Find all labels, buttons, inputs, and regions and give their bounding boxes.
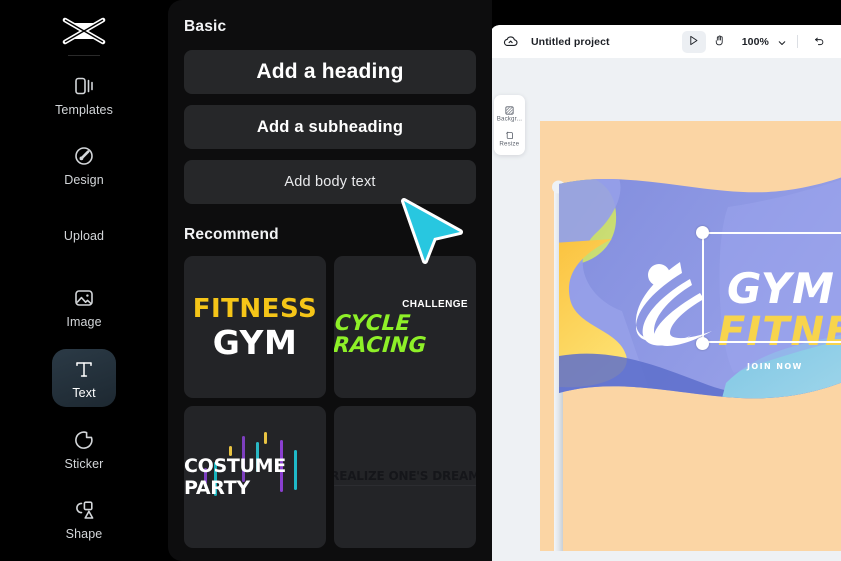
left-navigation-rail: Templates Design Upload Image Text Stick… [0,0,168,561]
sidebar-item-label: Shape [65,527,103,542]
sidebar-item-label: Text [72,385,96,400]
resize-frame-icon [504,128,515,139]
artboard[interactable]: GYM FITNESS JOIN NOW [540,121,841,551]
template-thumb-cycle-racing[interactable]: CHALLENGE CYCLE RACING [334,256,476,398]
artwork-title-line1: GYM [727,264,835,313]
sidebar-item-label: Sticker [64,456,104,471]
project-title[interactable]: Untitled project [531,36,610,48]
mini-tool-label: Resize [499,140,520,147]
editor-topbar: Untitled project 100% [490,25,841,58]
chevron-down-icon[interactable] [776,36,788,48]
sidebar-item-label: Templates [55,102,113,117]
panel-section-title-basic: Basic [184,18,227,35]
template-line-1: COSTUME PARTY [184,455,286,499]
panel-section-title-recommend: Recommend [184,226,279,243]
templates-icon [72,74,96,98]
template-line-1: REALIZE ONE'S DREAM [334,469,476,486]
canvas-area[interactable]: Backgr... Resize GYM FITN JOIN NOW [490,58,841,561]
zoom-level-value[interactable]: 100% [742,36,769,48]
editor-toolbar-right: 100% [681,30,831,53]
cursor-select-icon [687,34,700,50]
template-thumb-costume-party[interactable]: COSTUME PARTY [184,406,326,548]
sidebar-item-label: Design [64,173,104,188]
select-tool-button[interactable] [681,30,706,53]
rail-divider [68,54,100,56]
background-checker-icon [504,103,515,115]
sidebar-item-sticker[interactable]: Sticker [52,419,116,478]
sidebar-item-image[interactable]: Image [52,278,116,337]
canvas-mini-toolbar: Backgr... Resize [494,95,525,155]
add-subheading-button[interactable]: Add a subheading [184,105,476,149]
template-line-2: GYM [212,322,298,362]
design-editor: Untitled project 100% Backgr... Resize G… [490,25,841,561]
hand-pan-icon [713,34,726,50]
sidebar-item-label: Upload [63,229,105,244]
sidebar-item-text[interactable]: Text [52,348,116,408]
artwork-title-line2: FITNESS [718,309,841,355]
template-thumb-fitness-gym[interactable]: FITNESS GYM [184,256,326,398]
capcut-logo-icon [54,12,114,51]
text-panel: Basic Add a heading Add a subheading Add… [168,0,492,561]
template-thumb-realize-one-dream[interactable]: REALIZE ONE'S DREAM [334,406,476,548]
image-icon [72,286,96,310]
add-heading-button[interactable]: Add a heading [184,50,476,94]
undo-button[interactable] [807,31,831,53]
sidebar-item-upload[interactable]: Upload [52,207,116,266]
recommend-template-grid: FITNESS GYM CHALLENGE CYCLE RACING COSTU… [184,256,476,548]
sticker-icon [72,428,96,452]
artwork-subtitle: JOIN NOW [746,362,803,371]
toolbar-divider [797,35,798,48]
sidebar-item-templates[interactable]: Templates [52,66,116,125]
template-line-1: FITNESS [192,293,318,324]
template-line-2: CYCLE RACING [334,310,428,358]
template-line-1: CHALLENGE [402,298,468,310]
sidebar-item-label: Image [66,314,102,329]
text-t-icon [72,357,96,381]
hand-tool-button[interactable] [708,31,732,53]
capcut-editor-window: Templates Design Upload Image Text Stick… [0,0,841,561]
resize-tool-button[interactable]: Resize [494,125,525,150]
shape-icon [72,498,96,522]
cloud-save-icon[interactable] [502,33,519,50]
add-body-text-button[interactable]: Add body text [184,160,476,204]
sidebar-item-design[interactable]: Design [52,136,116,195]
design-brush-icon [72,144,96,168]
background-tool-button[interactable]: Backgr... [494,100,525,125]
undo-arrow-icon [813,34,826,50]
flag-artwork: GYM FITNESS JOIN NOW [552,167,841,551]
sidebar-item-shape[interactable]: Shape [52,490,116,549]
mini-tool-label: Backgr... [496,115,523,122]
